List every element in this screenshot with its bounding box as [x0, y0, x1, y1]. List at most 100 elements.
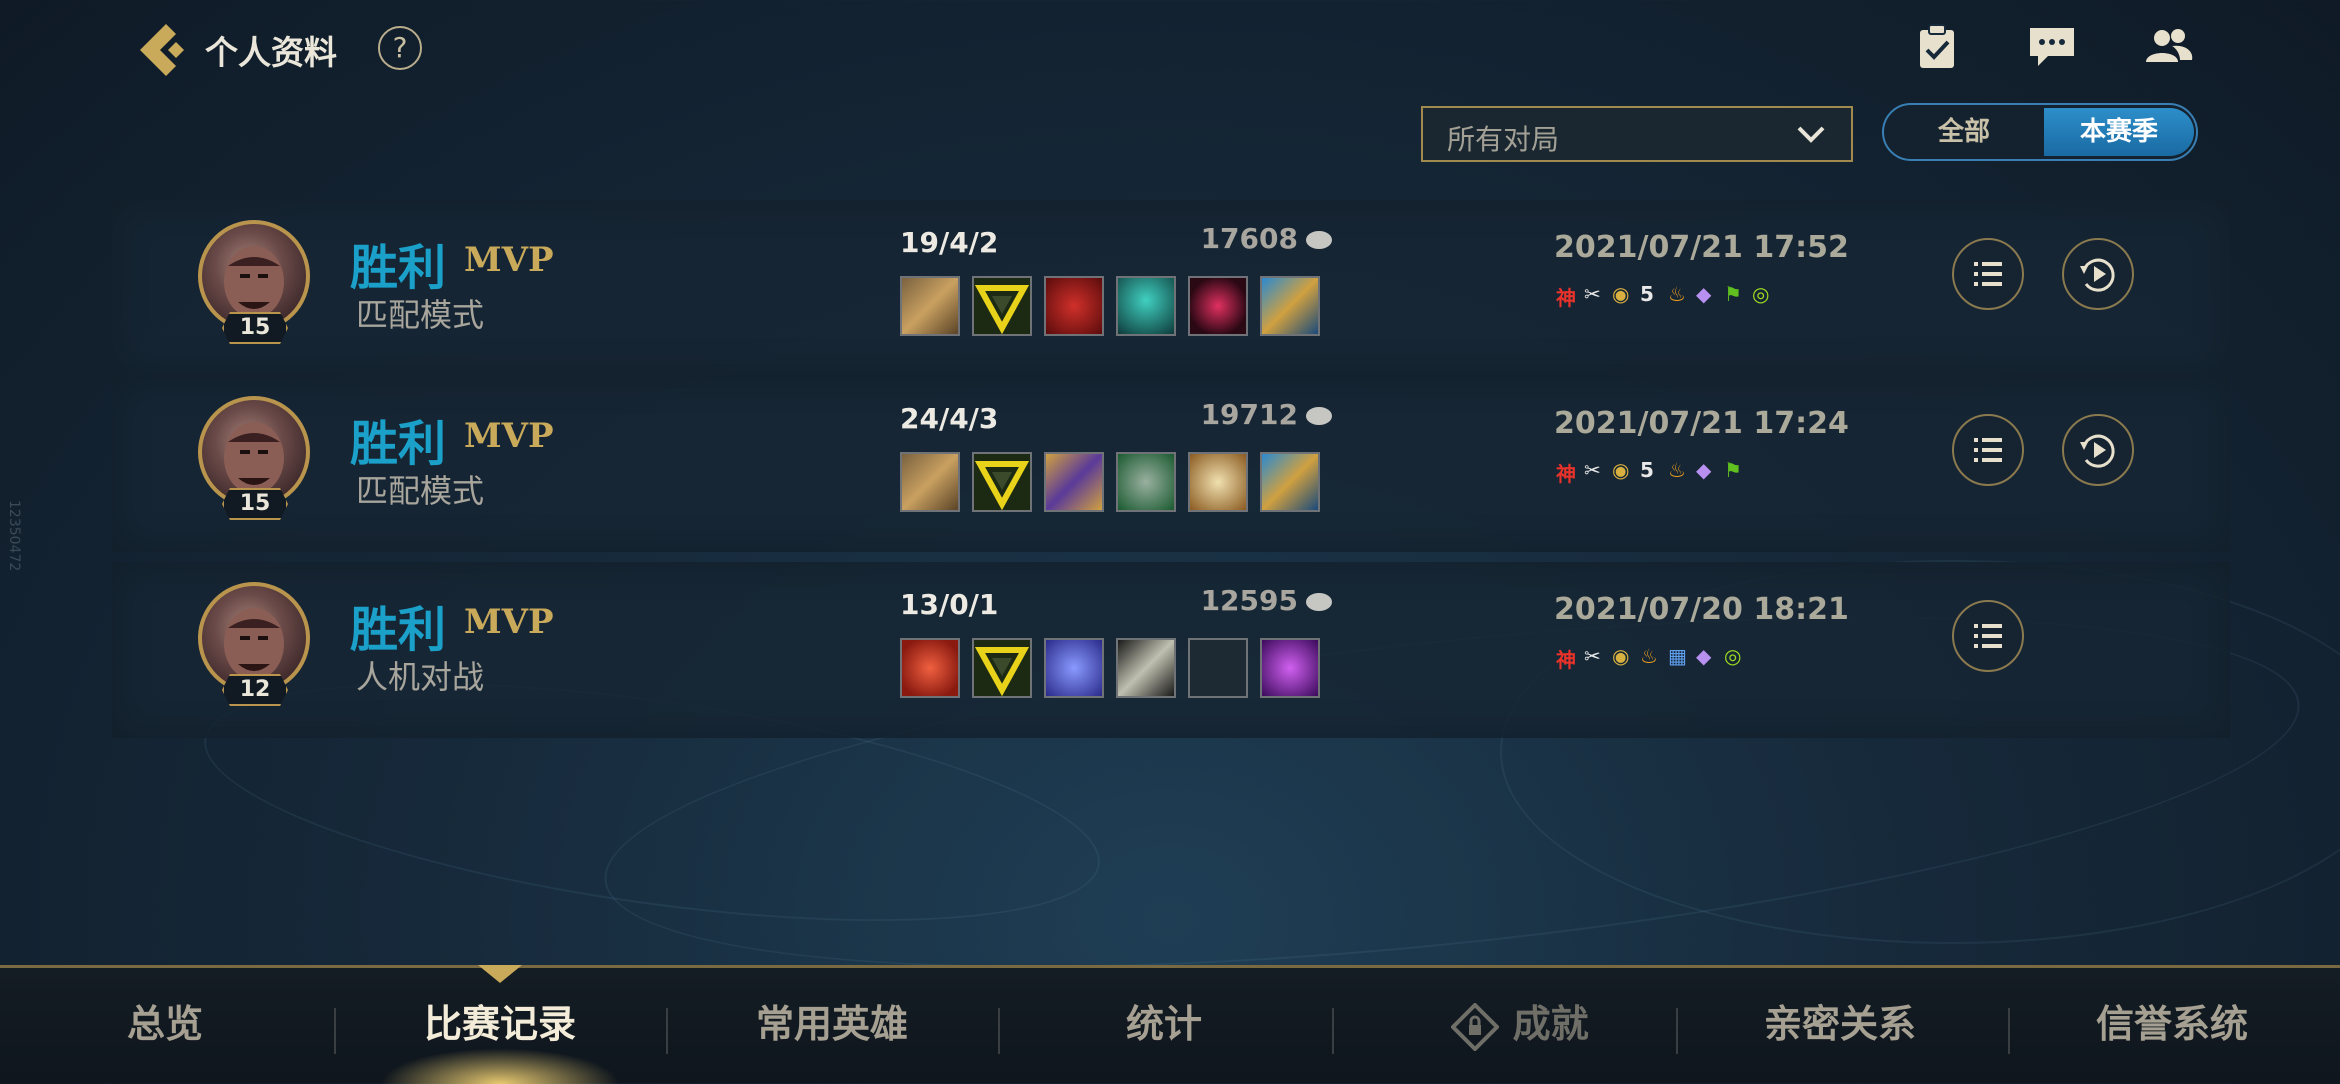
fire-badge-icon: ♨	[1668, 282, 1686, 306]
blue-gold-mech-item-icon	[1260, 276, 1320, 336]
tab-statistics[interactable]: 统计	[1044, 968, 1284, 1080]
chevron-down-icon	[1797, 126, 1825, 143]
match-row[interactable]: 15 胜利 MVP 匹配模式 19/4/2 17608 2021/07/21 1…	[112, 200, 2230, 376]
replay-button[interactable]	[2062, 238, 2134, 310]
chat-button[interactable]	[2026, 22, 2082, 74]
gold-stat: 19712	[1182, 398, 1332, 431]
match-datetime: 2021/07/21 17:52	[1554, 230, 1849, 265]
yellow-triangle-item-icon	[972, 452, 1032, 512]
kill-badge-icon: ✂	[1584, 644, 1601, 668]
nav-divider	[1332, 1008, 1334, 1054]
gold-value: 19712	[1200, 398, 1298, 431]
match-detail-button[interactable]	[1952, 414, 2024, 486]
red-claw-item-icon	[1044, 276, 1104, 336]
tab-intimacy[interactable]: 亲密关系	[1720, 968, 1960, 1080]
mvp-label: MVP	[464, 416, 554, 456]
purple-gold-shield-item-icon	[1044, 452, 1104, 512]
clipboard-check-icon	[1920, 24, 1954, 68]
match-datetime: 2021/07/21 17:24	[1554, 406, 1849, 441]
sword-item-icon	[1116, 638, 1176, 698]
back-button[interactable]	[132, 20, 192, 80]
match-result: 胜利	[350, 240, 447, 296]
tab-achievements[interactable]: 成就	[1400, 968, 1640, 1080]
diamond-badge-icon: ◆	[1696, 644, 1712, 668]
chat-bubble-icon	[2030, 28, 2074, 66]
red-potion-item-icon	[900, 638, 960, 698]
gold-armor-item-icon	[900, 452, 960, 512]
match-datetime: 2021/07/20 18:21	[1554, 592, 1849, 627]
lock-diamond-icon	[1450, 1001, 1501, 1052]
gold-badge-icon: ◉	[1612, 644, 1630, 668]
nav-divider	[998, 1008, 1000, 1054]
god-badge-icon: 神	[1556, 462, 1576, 486]
god-badge-icon: 神	[1556, 286, 1576, 310]
fire-badge-icon: ♨	[1668, 458, 1686, 482]
replay-button[interactable]	[2062, 414, 2134, 486]
tab-frequent-heroes[interactable]: 常用英雄	[712, 968, 952, 1080]
winged-item-icon	[1188, 452, 1248, 512]
match-row[interactable]: 12 胜利 MVP 人机对战 13/0/1 12595 2021/07/20 1…	[112, 562, 2230, 738]
red-gem-item-icon	[1188, 276, 1248, 336]
match-detail-button[interactable]	[1952, 600, 2024, 672]
ward-badge-icon: ◎	[1752, 282, 1770, 306]
game-mode: 人机对战	[356, 658, 485, 696]
flag-badge-icon: ⚑	[1724, 282, 1742, 306]
match-result: 胜利	[350, 602, 447, 658]
match-row[interactable]: 15 胜利 MVP 匹配模式 24/4/3 19712 2021/07/21 1…	[112, 376, 2230, 552]
match-filter-label: 所有对局	[1447, 123, 1560, 156]
ward-badge-icon: ◎	[1724, 644, 1742, 668]
tab-achievements-label: 成就	[1512, 1002, 1589, 1046]
gold-stat: 12595	[1182, 584, 1332, 617]
diamond-badge-icon: ◆	[1696, 282, 1712, 306]
task-clipboard-button[interactable]	[1912, 22, 1968, 74]
list-icon	[1974, 438, 2002, 462]
coin-icon	[1306, 593, 1332, 611]
match-detail-button[interactable]	[1952, 238, 2024, 310]
yellow-triangle-item-icon	[972, 276, 1032, 336]
hero-level-badge: 15	[222, 488, 288, 520]
nav-divider	[1676, 1008, 1678, 1054]
gold-badge-icon: ◉	[1612, 458, 1630, 482]
bottom-nav: 总览 比赛记录 常用英雄 统计 成就 亲密关系 信誉系统	[0, 965, 2340, 1084]
pentakill-badge-icon: 5	[1640, 458, 1654, 482]
scope-toggle: 全部 本赛季	[1882, 103, 2198, 161]
flag-badge-icon: ⚑	[1724, 458, 1742, 482]
scope-season-button[interactable]: 本赛季	[2044, 108, 2194, 156]
hero-avatar-group: 15	[198, 396, 314, 536]
diamond-badge-icon: ◆	[1696, 458, 1712, 482]
game-mode: 匹配模式	[356, 296, 485, 334]
help-button[interactable]: ?	[378, 26, 422, 70]
teal-cloak-item-icon	[1116, 276, 1176, 336]
side-id-text: 12350472	[6, 500, 22, 572]
list-icon	[1974, 262, 2002, 286]
gold-armor-item-icon	[900, 276, 960, 336]
empty-item-slot	[1188, 638, 1248, 698]
tab-match-history[interactable]: 比赛记录	[380, 968, 620, 1080]
coin-icon	[1306, 407, 1332, 425]
back-arrow-icon	[140, 24, 184, 76]
nav-divider	[334, 1008, 336, 1054]
match-filter-dropdown[interactable]: 所有对局	[1421, 106, 1853, 162]
scope-all-button[interactable]: 全部	[1884, 105, 2044, 159]
nav-divider	[2008, 1008, 2010, 1054]
hero-level-badge: 15	[222, 312, 288, 344]
mvp-label: MVP	[464, 240, 554, 280]
nav-divider	[666, 1008, 668, 1054]
mvp-label: MVP	[464, 602, 554, 642]
tab-overview[interactable]: 总览	[60, 968, 270, 1080]
god-badge-icon: 神	[1556, 648, 1576, 672]
list-icon	[1974, 624, 2002, 648]
friends-button[interactable]	[2142, 22, 2198, 74]
match-result: 胜利	[350, 416, 447, 472]
kill-badge-icon: ✂	[1584, 282, 1601, 306]
gold-value: 12595	[1200, 584, 1298, 617]
hero-avatar-group: 15	[198, 220, 314, 360]
coin-icon	[1306, 231, 1332, 249]
hero-avatar-group: 12	[198, 582, 314, 722]
friends-icon	[2146, 29, 2193, 62]
replay-icon	[2080, 434, 2115, 468]
top-bar: 个人资料 ?	[0, 0, 2340, 100]
tab-credit-system[interactable]: 信誉系统	[2052, 968, 2292, 1080]
purple-star-item-icon	[1044, 638, 1104, 698]
kda-stat: 24/4/3	[900, 402, 999, 435]
